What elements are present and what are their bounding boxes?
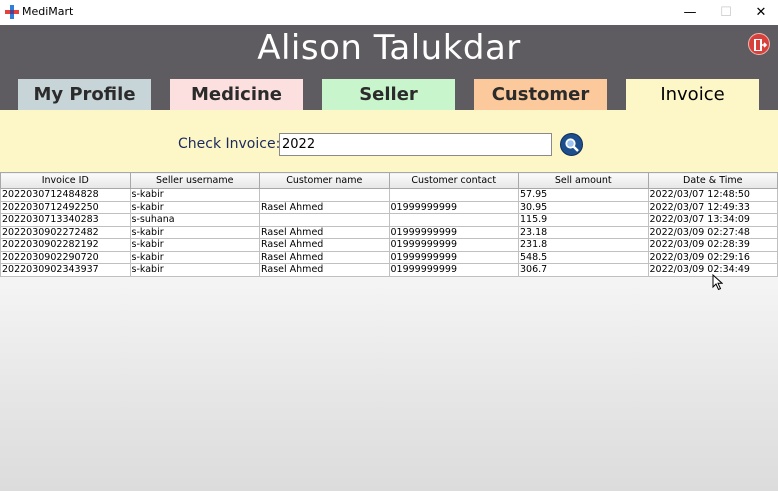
tab-customer[interactable]: Customer (474, 79, 607, 110)
cell-invoice-id: 2022030902282192 (0, 238, 131, 252)
close-button[interactable]: ✕ (744, 0, 778, 25)
cell-sell-amount: 30.95 (518, 200, 649, 214)
cell-customer-contact: 01999999999 (388, 263, 519, 277)
cell-sell-amount: 306.7 (518, 263, 649, 277)
tab-invoice[interactable]: Invoice (626, 79, 759, 110)
cell-date-time: 2022/03/07 12:49:33 (647, 200, 778, 214)
cell-customer-contact: 01999999999 (388, 238, 519, 252)
cell-customer-name: Rasel Ahmed (259, 250, 390, 264)
cell-date-time: 2022/03/07 13:34:09 (647, 213, 778, 227)
invoice-table: Invoice ID Seller username Customer name… (0, 172, 778, 277)
cell-customer-contact (388, 188, 519, 202)
logout-button[interactable] (748, 33, 770, 55)
cell-customer-contact: 01999999999 (388, 200, 519, 214)
app-logo-icon (5, 5, 19, 19)
search-button[interactable] (560, 133, 583, 156)
table-row[interactable]: 2022030902343937 s-kabir Rasel Ahmed 019… (0, 263, 778, 277)
cell-invoice-id: 2022030902343937 (0, 263, 131, 277)
cell-invoice-id: 2022030902272482 (0, 225, 131, 239)
cell-customer-name: Rasel Ahmed (259, 200, 390, 214)
logout-icon (754, 39, 768, 51)
invoice-search-input[interactable] (279, 133, 552, 156)
column-header-customer-contact[interactable]: Customer contact (388, 172, 519, 189)
tab-medicine[interactable]: Medicine (170, 79, 303, 110)
header: Alison Talukdar My Profile Medicine Sell… (0, 25, 778, 110)
invoice-search-panel: Check Invoice: (0, 110, 778, 172)
cell-sell-amount: 57.95 (518, 188, 649, 202)
maximize-button[interactable]: ☐ (709, 0, 743, 25)
cell-seller-username: s-kabir (129, 225, 260, 239)
table-header-row: Invoice ID Seller username Customer name… (0, 172, 778, 189)
cell-customer-name (259, 188, 390, 202)
window-titlebar: MediMart — ☐ ✕ (0, 0, 778, 25)
cell-date-time: 2022/03/09 02:28:39 (647, 238, 778, 252)
table-row[interactable]: 2022030902290720 s-kabir Rasel Ahmed 019… (0, 250, 778, 264)
cell-seller-username: s-suhana (129, 213, 260, 227)
check-invoice-label: Check Invoice: (178, 136, 281, 152)
cell-invoice-id: 2022030902290720 (0, 250, 131, 264)
table-row[interactable]: 2022030712484828 s-kabir 57.95 2022/03/0… (0, 188, 778, 202)
cell-seller-username: s-kabir (129, 238, 260, 252)
table-row[interactable]: 2022030902272482 s-kabir Rasel Ahmed 019… (0, 225, 778, 239)
search-icon (565, 138, 579, 152)
column-header-customer-name[interactable]: Customer name (259, 172, 390, 189)
minimize-button[interactable]: — (673, 0, 707, 25)
cell-invoice-id: 2022030713340283 (0, 213, 131, 227)
cell-invoice-id: 2022030712492250 (0, 200, 131, 214)
tab-seller[interactable]: Seller (322, 79, 455, 110)
cell-customer-name: Rasel Ahmed (259, 225, 390, 239)
cell-sell-amount: 231.8 (518, 238, 649, 252)
cell-sell-amount: 548.5 (518, 250, 649, 264)
table-row[interactable]: 2022030902282192 s-kabir Rasel Ahmed 019… (0, 238, 778, 252)
mouse-pointer-icon (712, 274, 723, 291)
cell-customer-contact (388, 213, 519, 227)
column-header-seller-username[interactable]: Seller username (129, 172, 260, 189)
table-row[interactable]: 2022030713340283 s-suhana 115.9 2022/03/… (0, 213, 778, 227)
cell-seller-username: s-kabir (129, 188, 260, 202)
user-name-title: Alison Talukdar (257, 28, 521, 68)
table-row[interactable]: 2022030712492250 s-kabir Rasel Ahmed 019… (0, 200, 778, 214)
cell-invoice-id: 2022030712484828 (0, 188, 131, 202)
column-header-date-time[interactable]: Date & Time (647, 172, 778, 189)
cell-date-time: 2022/03/07 12:48:50 (647, 188, 778, 202)
column-header-sell-amount[interactable]: Sell amount (518, 172, 649, 189)
cell-customer-name (259, 213, 390, 227)
cell-customer-contact: 01999999999 (388, 250, 519, 264)
cell-seller-username: s-kabir (129, 263, 260, 277)
cell-sell-amount: 115.9 (518, 213, 649, 227)
cell-customer-name: Rasel Ahmed (259, 263, 390, 277)
cell-date-time: 2022/03/09 02:27:48 (647, 225, 778, 239)
cell-sell-amount: 23.18 (518, 225, 649, 239)
cell-seller-username: s-kabir (129, 200, 260, 214)
cell-seller-username: s-kabir (129, 250, 260, 264)
cell-customer-name: Rasel Ahmed (259, 238, 390, 252)
invoice-table-area: Invoice ID Seller username Customer name… (0, 172, 778, 491)
cell-date-time: 2022/03/09 02:29:16 (647, 250, 778, 264)
tab-my-profile[interactable]: My Profile (18, 79, 151, 110)
column-header-invoice-id[interactable]: Invoice ID (0, 172, 131, 189)
window-title: MediMart (22, 5, 74, 18)
cell-customer-contact: 01999999999 (388, 225, 519, 239)
